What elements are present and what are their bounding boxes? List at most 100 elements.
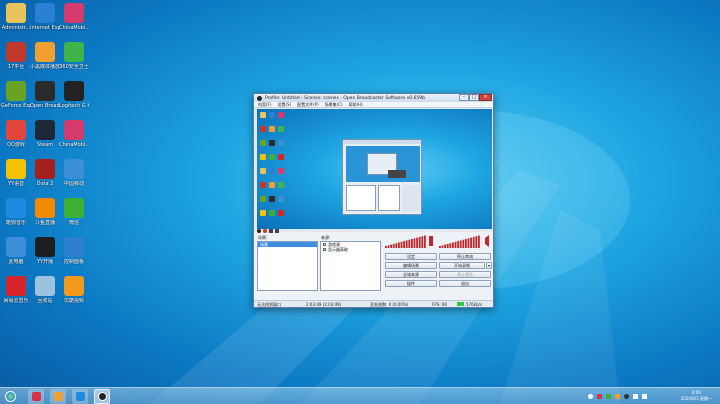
desktop-icon-label: Dota 2 (36, 181, 54, 187)
speaker-icon[interactable] (275, 229, 279, 233)
plugins-button[interactable]: 插件 (385, 280, 437, 287)
preview-desktop-icon (278, 196, 284, 202)
audio-meters (385, 235, 489, 248)
meter-bar (398, 242, 400, 248)
desktop-icon[interactable]: 斗鱼直播 (30, 198, 60, 226)
microphone-icon[interactable] (429, 236, 433, 246)
desktop-icon[interactable]: 微信 (59, 198, 89, 226)
checkbox-icon[interactable] (323, 243, 326, 246)
menu-file[interactable]: 档案(F) (258, 102, 271, 108)
desktop-icon[interactable]: 控制面板 (59, 237, 89, 265)
tray-icon-4[interactable] (615, 394, 620, 399)
preview-desktop-icon (278, 112, 284, 118)
desktop-icon[interactable]: Steam (30, 120, 60, 148)
desktop-icon[interactable]: Open Broadcaster (30, 81, 60, 109)
window-title: Profile: Untitled - Scenes: scenes - Ope… (265, 95, 425, 101)
tray-icon-1[interactable] (588, 394, 593, 399)
meter-bar (457, 241, 459, 248)
menu-settings[interactable]: 设置(S) (277, 102, 291, 108)
meter-bar (441, 245, 444, 248)
sources-list[interactable]: 游戏源 显示器获取 (320, 241, 381, 291)
stop-stream-button[interactable]: 停止串流 (439, 253, 491, 260)
scenes-list[interactable]: 场景 (257, 241, 318, 291)
taskbar-kugou[interactable] (72, 389, 88, 404)
desktop-icon[interactable]: QQ游戏 (1, 120, 31, 148)
preview-desktop-icon (278, 140, 284, 146)
record-dot-icon[interactable] (257, 229, 261, 233)
source-item[interactable]: 显示器获取 (321, 247, 380, 252)
desktop-icon[interactable]: Logitech G HUB (59, 81, 89, 109)
start-record-button[interactable]: 开始录制 (439, 262, 485, 269)
desktop-icon[interactable]: 360安全卫士 (59, 42, 89, 70)
obs-window[interactable]: Profile: Untitled - Scenes: scenes - Ope… (253, 93, 494, 308)
minimize-button[interactable]: – (459, 94, 469, 101)
youku-icon (64, 276, 84, 296)
taskbar-obs[interactable] (94, 389, 110, 404)
dota-icon (35, 159, 55, 179)
start-button[interactable] (2, 389, 18, 404)
menu-help[interactable]: 帮助(H) (349, 102, 363, 108)
taskbar-clock[interactable]: 4:06 2020/8/3 星期一 (681, 390, 712, 402)
desktop-icon[interactable]: 酷狗音乐 (1, 198, 31, 226)
logitech-icon (64, 81, 84, 101)
desktop-icon-label: 控制面板 (63, 259, 84, 265)
stop-preview-button[interactable]: 停止预览 (439, 271, 491, 278)
desktop-icon[interactable]: Dota 2 (30, 159, 60, 187)
meter-bar (467, 238, 470, 248)
menu-bar: 档案(F) 设置(S) 配置文件(P) 场景集(C) 帮助(H) (254, 102, 493, 108)
desktop-icon[interactable]: Administr... (1, 3, 31, 31)
menu-profile[interactable]: 配置文件(P) (297, 102, 319, 108)
scene-item[interactable]: 场景 (258, 242, 317, 247)
meter-bar (452, 242, 454, 248)
record-dropdown-button[interactable]: ▾ (486, 262, 492, 269)
meter-bar (385, 246, 387, 248)
title-bar[interactable]: Profile: Untitled - Scenes: scenes - Ope… (254, 94, 493, 102)
desktop-icon[interactable]: 此电脑 (1, 237, 31, 265)
taskbar-media-player[interactable] (50, 389, 66, 404)
meter-bar (459, 240, 462, 248)
meter-bar (405, 240, 408, 248)
douyu-icon (35, 198, 55, 218)
desktop-icon[interactable]: 优酷视频 (59, 276, 89, 304)
preview-desktop-icon (260, 168, 266, 174)
exit-button[interactable]: 退出 (439, 280, 491, 287)
meter-bar (470, 237, 472, 248)
maximize-button[interactable]: □ (469, 94, 479, 101)
desktop-icon-label: 中国移动 (63, 181, 84, 187)
meter-bar (403, 241, 405, 248)
global-sources-button[interactable]: 全域来源 (385, 271, 437, 278)
preview-desktop-icon (260, 210, 266, 216)
preview-desktop-icon (260, 154, 266, 160)
user-folder-icon (6, 3, 26, 23)
desktop-icon[interactable]: 小黑媒体播放 (30, 42, 60, 70)
edit-scene-button[interactable]: 编辑场景 (385, 262, 437, 269)
live-dot-icon[interactable] (263, 229, 267, 233)
tray-icon-5[interactable] (624, 394, 629, 399)
desktop-icon[interactable]: 中国移动 (59, 159, 89, 187)
taskbar-360-browser[interactable] (28, 389, 44, 404)
system-tray (588, 388, 651, 404)
tray-icon-2[interactable] (597, 394, 602, 399)
desktop-icon[interactable]: YY开播 (30, 237, 60, 265)
internet-explorer-icon (35, 3, 55, 23)
network-icon[interactable] (633, 394, 638, 399)
desktop-icon[interactable]: Internet Explorer (30, 3, 60, 31)
settings-button[interactable]: 设定 (385, 253, 437, 260)
desktop-icon[interactable]: 17平台 (1, 42, 31, 70)
desktop-icon[interactable]: ChinaMobi... (59, 3, 89, 31)
preview-area[interactable] (257, 109, 492, 229)
meter-bar (395, 243, 398, 248)
desktop-icon[interactable]: GeForce Experience (1, 81, 31, 109)
volume-icon[interactable] (642, 394, 647, 399)
close-button[interactable]: × (479, 94, 492, 101)
desktop-icon[interactable]: 回收站 (30, 276, 60, 304)
desktop-icon[interactable]: YY语音 (1, 159, 31, 187)
tray-icon-3[interactable] (606, 394, 611, 399)
desktop-icon[interactable]: 网易云音乐 (1, 276, 31, 304)
desktop-icon[interactable]: ChinaMobi... (59, 120, 89, 148)
mic-icon[interactable] (269, 229, 273, 233)
checkbox-icon[interactable] (323, 248, 326, 251)
menu-scene-collection[interactable]: 场景集(C) (325, 102, 343, 108)
preview-desktop-icon (269, 182, 275, 188)
speaker-volume-icon[interactable] (485, 235, 489, 247)
